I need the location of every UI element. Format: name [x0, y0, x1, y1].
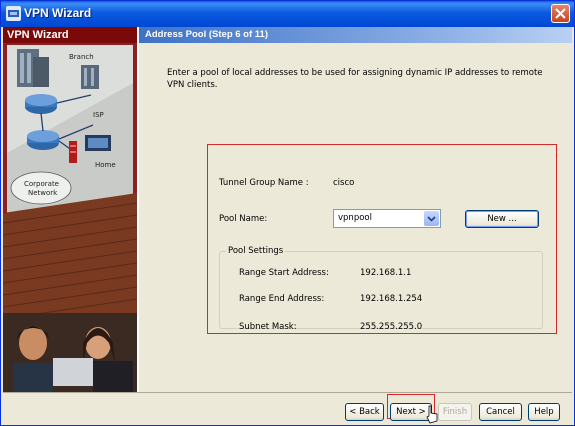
next-button-label: Next > [396, 407, 426, 417]
help-button-label: Help [534, 407, 554, 417]
subnet-mask-value: 255.255.255.0 [360, 322, 423, 332]
network-label: Network [28, 189, 58, 197]
range-start-label: Range Start Address: [239, 268, 329, 278]
subnet-mask-label: Subnet Mask: [239, 322, 297, 332]
pool-name-label: Pool Name: [219, 214, 268, 224]
corporate-label: Corporate [24, 180, 59, 188]
sidebar-title: VPN Wizard [3, 27, 137, 43]
home-label: Home [95, 161, 116, 169]
tunnel-group-value: cisco [333, 178, 355, 188]
window-title: VPN Wizard [24, 6, 92, 20]
step-header: Address Pool (Step 6 of 11) [139, 27, 572, 43]
pool-name-select[interactable]: vpnpool [333, 209, 441, 228]
branch-label: Branch [69, 53, 94, 61]
new-pool-button-label: New ... [487, 214, 517, 224]
title-bar[interactable]: VPN Wizard [1, 1, 574, 27]
close-icon [555, 8, 566, 19]
pool-settings-group [219, 251, 543, 329]
cancel-button[interactable]: Cancel [479, 403, 522, 421]
vpn-wizard-window: VPN Wizard VPN Wizard Branch ISP Home Co… [0, 0, 575, 426]
cancel-button-label: Cancel [486, 407, 515, 417]
chevron-down-icon[interactable] [424, 211, 439, 226]
network-illustration: Branch ISP Home Corporate Network [3, 43, 137, 392]
isp-label: ISP [93, 111, 104, 119]
back-button-label: < Back [349, 407, 380, 417]
tunnel-group-label: Tunnel Group Name : [219, 178, 309, 188]
back-button[interactable]: < Back [345, 403, 384, 421]
mouse-cursor-icon [426, 405, 438, 424]
main-panel: Enter a pool of local addresses to be us… [139, 43, 572, 392]
pool-settings-title: Pool Settings [226, 246, 286, 256]
instructions-text: Enter a pool of local addresses to be us… [167, 68, 543, 90]
range-end-label: Range End Address: [239, 294, 325, 304]
finish-button: Finish [438, 403, 472, 421]
sidebar: VPN Wizard Branch ISP Home Corporate Net… [3, 27, 137, 392]
pool-name-value: vpnpool [338, 213, 372, 223]
close-button[interactable] [551, 4, 570, 23]
new-pool-button[interactable]: New ... [465, 210, 539, 228]
help-button[interactable]: Help [528, 403, 560, 421]
range-start-value: 192.168.1.1 [360, 268, 412, 278]
asdm-app-icon [6, 6, 21, 21]
range-end-value: 192.168.1.254 [360, 294, 423, 304]
finish-button-label: Finish [442, 407, 468, 417]
wizard-body: VPN Wizard Branch ISP Home Corporate Net… [3, 27, 572, 424]
